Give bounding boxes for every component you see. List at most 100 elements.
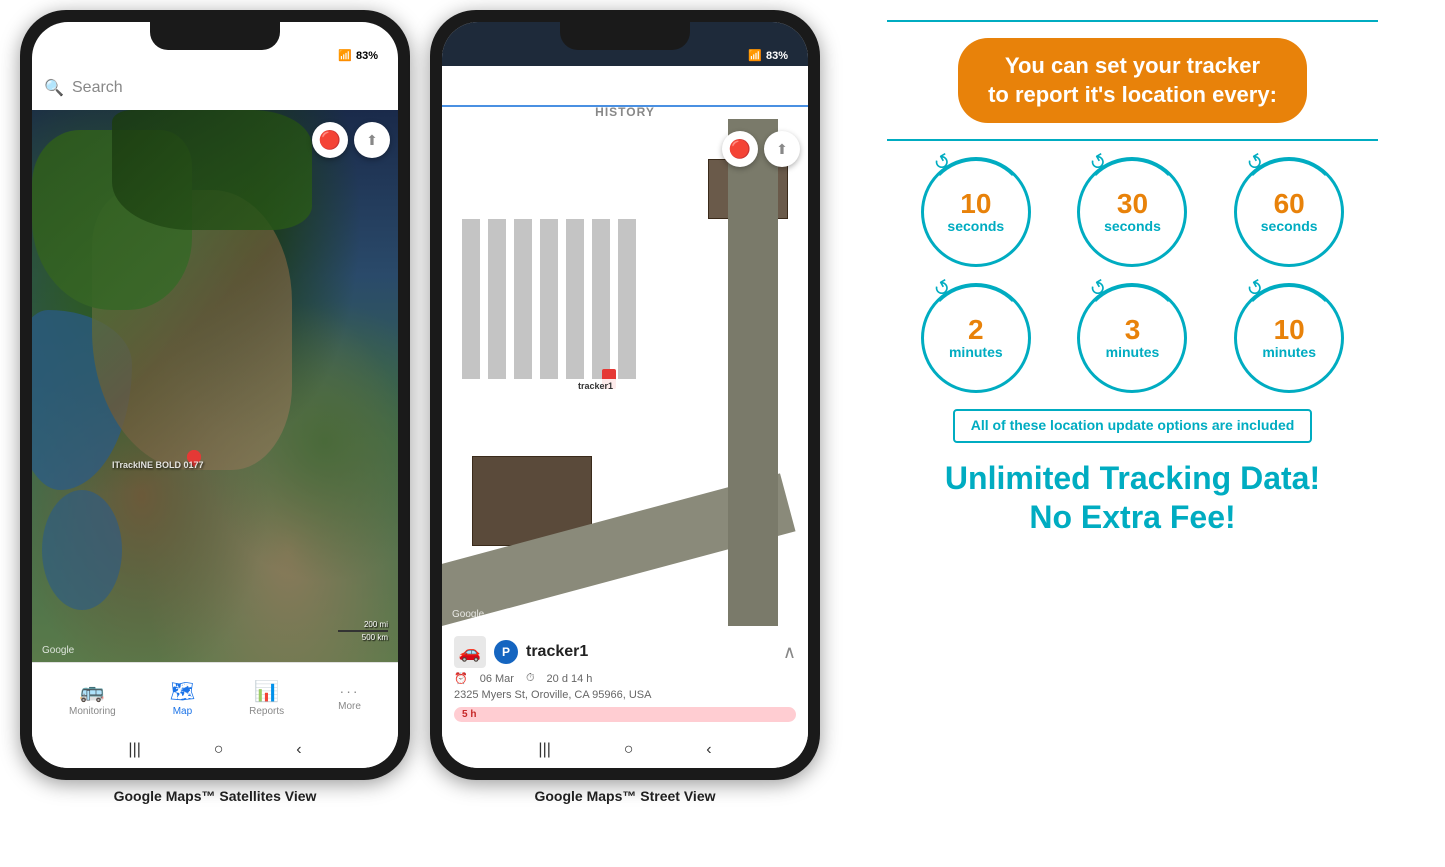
circle-arrow-3: ↺ bbox=[1242, 148, 1269, 178]
map-overlay-label: ITrackINE BOLD 0177 bbox=[112, 460, 204, 470]
info-row-date: ⏰ 06 Mar ⏱ 20 d 14 h bbox=[454, 672, 796, 685]
aerial-map[interactable]: tracker1 🔴 ⬆ Google bbox=[442, 119, 808, 626]
phone2-inner: 📶 83% ← tracker1 ⋮ INFO bbox=[442, 22, 808, 768]
scale-bar: 200 mi 500 km bbox=[338, 620, 388, 642]
back-button[interactable]: ← bbox=[442, 68, 462, 90]
teal-line-mid bbox=[887, 139, 1378, 141]
phone1-caption: Google Maps™ Satellites View bbox=[114, 788, 317, 804]
search-text: Search bbox=[72, 79, 123, 97]
scale-line bbox=[338, 630, 388, 632]
phone2-container: 📶 83% ← tracker1 ⋮ INFO bbox=[430, 10, 820, 804]
phone1-bottom-nav: 🚌 Monitoring 🗺 Map 📊 Reports ··· bbox=[32, 662, 398, 732]
more-icon: ··· bbox=[340, 683, 360, 699]
circle-10m: ↺ 10 minutes bbox=[1234, 283, 1344, 393]
unlimited-text-block: Unlimited Tracking Data! No Extra Fee! bbox=[945, 459, 1320, 536]
clock-icon: ⏱ bbox=[526, 672, 535, 685]
phone1-android-nav: ||| ○ ‹ bbox=[32, 732, 398, 768]
scale-text1: 200 mi bbox=[364, 620, 388, 629]
android-back-btn[interactable]: ‹ bbox=[296, 741, 301, 759]
google-label: Google bbox=[42, 645, 74, 656]
info-card: 🚗 P tracker1 ∧ ⏰ 06 Mar ⏱ 20 bbox=[442, 626, 808, 732]
battery-icon: 83% bbox=[356, 50, 378, 62]
circle-arrow-2: ↺ bbox=[1085, 148, 1112, 178]
circle-unit-3: seconds bbox=[1261, 218, 1318, 235]
parking-badge: P bbox=[494, 640, 518, 664]
circle-60s: ↺ 60 seconds bbox=[1234, 157, 1344, 267]
phone1-notch bbox=[150, 22, 280, 50]
info-address: 2325 Myers St, Oroville, CA 95966, USA bbox=[454, 689, 796, 701]
expand-icon[interactable]: ∧ bbox=[783, 642, 796, 663]
duration-label: 20 d 14 h bbox=[547, 673, 593, 685]
circles-grid: ↺ 10 seconds ↺ 30 seconds ↺ 60 seconds ↺… bbox=[908, 157, 1358, 393]
tracker-map-label: tracker1 bbox=[572, 379, 619, 393]
phone2-notch bbox=[560, 22, 690, 50]
phone2: 📶 83% ← tracker1 ⋮ INFO bbox=[430, 10, 820, 780]
calendar-icon: ⏰ bbox=[454, 672, 468, 685]
compass-button[interactable]: 🔴 bbox=[312, 122, 348, 158]
phone2-android-menu-btn[interactable]: ||| bbox=[538, 741, 550, 759]
nav-monitoring-label: Monitoring bbox=[69, 706, 116, 717]
circle-2m: ↺ 2 minutes bbox=[921, 283, 1031, 393]
circle-arrow-4: ↺ bbox=[929, 274, 956, 304]
phone1-inner: 📶 83% 🔍 Search bbox=[32, 22, 398, 768]
circle-number-6: 10 bbox=[1274, 316, 1305, 344]
circle-unit-4: minutes bbox=[949, 344, 1003, 361]
headline-box: You can set your tracker to report it's … bbox=[958, 38, 1307, 123]
tab-info-label: INFO bbox=[609, 91, 642, 105]
app-header: ← tracker1 ⋮ bbox=[442, 66, 808, 91]
phone2-google-label: Google bbox=[452, 609, 484, 620]
headline-text: You can set your tracker to report it's … bbox=[988, 52, 1277, 109]
phone2-caption: Google Maps™ Street View bbox=[534, 788, 715, 804]
tab-history[interactable]: HISTORY bbox=[442, 105, 808, 119]
phone2-nav-btn[interactable]: ⬆ bbox=[764, 131, 800, 167]
circle-number-4: 2 bbox=[968, 316, 984, 344]
phone2-android-home-btn[interactable]: ○ bbox=[624, 741, 634, 759]
circle-30s: ↺ 30 seconds bbox=[1077, 157, 1187, 267]
search-icon: 🔍 bbox=[44, 78, 64, 98]
compass-icon: 🔴 bbox=[319, 130, 341, 151]
signal-icon: 📶 bbox=[338, 49, 352, 62]
nav-reports[interactable]: 📊 Reports bbox=[249, 679, 284, 717]
tracker-icon-box: 🚗 bbox=[454, 636, 486, 668]
navigation-icon: ⬆ bbox=[366, 132, 378, 149]
satellite-map[interactable]: 🔴 ⬆ ITrackINE BOLD 0177 Google bbox=[32, 110, 398, 662]
nav-more-label: More bbox=[338, 701, 361, 712]
reports-icon: 📊 bbox=[254, 679, 279, 704]
nav-more[interactable]: ··· More bbox=[338, 683, 361, 712]
info-card-header: 🚗 P tracker1 ∧ bbox=[454, 636, 796, 668]
android-home-btn[interactable]: ○ bbox=[214, 741, 224, 759]
nav-monitoring[interactable]: 🚌 Monitoring bbox=[69, 679, 116, 717]
land-mass3 bbox=[112, 110, 312, 230]
nav-map[interactable]: 🗺 Map bbox=[170, 679, 195, 717]
phone2-nav-icon: ⬆ bbox=[776, 141, 788, 158]
circle-10s: ↺ 10 seconds bbox=[921, 157, 1031, 267]
android-menu-btn[interactable]: ||| bbox=[128, 741, 140, 759]
phones-section: 📶 83% 🔍 Search bbox=[20, 10, 820, 804]
monitoring-icon: 🚌 bbox=[80, 679, 105, 704]
date-label: 06 Mar bbox=[480, 673, 514, 685]
water-area2 bbox=[42, 490, 122, 610]
road2 bbox=[728, 119, 778, 626]
circle-number-5: 3 bbox=[1125, 316, 1141, 344]
more-options-icon[interactable]: ⋮ bbox=[541, 68, 561, 90]
circle-3m: ↺ 3 minutes bbox=[1077, 283, 1187, 393]
main-container: 📶 83% 🔍 Search bbox=[0, 0, 1445, 867]
teal-line-top bbox=[887, 20, 1378, 22]
headline-span: You can set your tracker to report it's … bbox=[988, 53, 1277, 107]
truck-icon: 🚗 bbox=[459, 642, 481, 663]
unlimited-line1: Unlimited Tracking Data! bbox=[945, 459, 1320, 497]
time-badge: 5 h bbox=[454, 707, 796, 722]
parking-icon: P bbox=[502, 645, 510, 659]
circle-arrow-6: ↺ bbox=[1242, 274, 1269, 304]
scale-text2: 500 km bbox=[362, 633, 388, 642]
tracker-name-label: tracker1 bbox=[526, 643, 588, 661]
navigation-button[interactable]: ⬆ bbox=[354, 122, 390, 158]
header-title: tracker1 bbox=[466, 69, 536, 89]
unlimited-line2: No Extra Fee! bbox=[945, 498, 1320, 536]
phone1: 📶 83% 🔍 Search bbox=[20, 10, 410, 780]
phone1-container: 📶 83% 🔍 Search bbox=[20, 10, 410, 804]
phone2-android-back-btn[interactable]: ‹ bbox=[706, 741, 711, 759]
search-bar[interactable]: 🔍 Search bbox=[32, 66, 398, 110]
tab-history-label: HISTORY bbox=[595, 105, 655, 119]
phone2-compass[interactable]: 🔴 bbox=[722, 131, 758, 167]
